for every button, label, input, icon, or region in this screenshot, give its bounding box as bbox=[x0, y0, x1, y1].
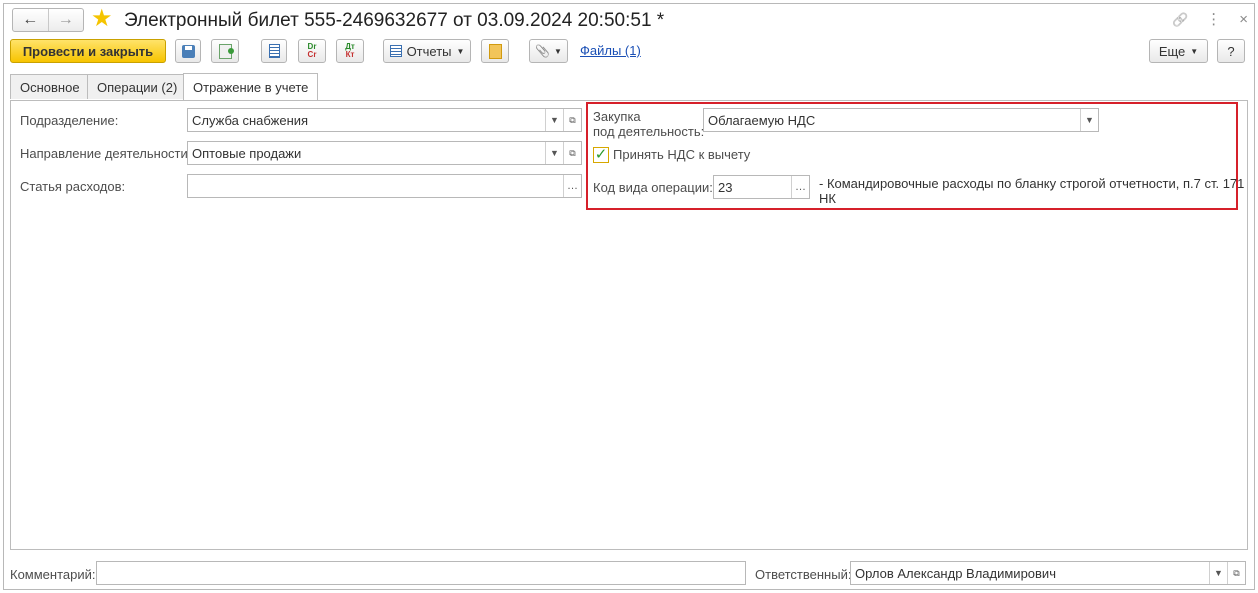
reports-icon bbox=[389, 45, 402, 57]
list-icon bbox=[268, 44, 280, 58]
navigation-buttons: ← → bbox=[12, 8, 84, 32]
department-field[interactable]: Служба снабжения ▼ ⧉ bbox=[187, 108, 582, 132]
forward-arrow-icon[interactable]: → bbox=[47, 9, 84, 31]
document-window: ← → ★ Электронный билет 555-2469632677 о… bbox=[3, 3, 1255, 590]
save-button[interactable] bbox=[175, 39, 201, 63]
more-dropdown-button[interactable]: Еще ▼ bbox=[1149, 39, 1208, 63]
open-icon[interactable]: ⧉ bbox=[563, 109, 581, 131]
dropdown-arrow-icon[interactable]: ▼ bbox=[1209, 562, 1227, 584]
select-ellipsis-icon[interactable]: … bbox=[563, 175, 581, 197]
more-label: Еще bbox=[1158, 43, 1186, 59]
dropdown-arrow-icon[interactable]: ▼ bbox=[1080, 109, 1098, 131]
comment-field[interactable] bbox=[96, 561, 746, 585]
vat-deduct-checkbox[interactable]: ✓ Принять НДС к вычету bbox=[593, 147, 750, 163]
activity-value[interactable]: Оптовые продажи bbox=[188, 142, 545, 164]
link-icon[interactable]: 🔗 bbox=[1172, 8, 1188, 32]
help-button[interactable]: ? bbox=[1217, 39, 1245, 63]
tab-accounting[interactable]: Отражение в учете bbox=[183, 73, 319, 100]
files-link[interactable]: Файлы (1) bbox=[580, 39, 641, 63]
purchase-value[interactable]: Облагаемую НДС bbox=[704, 109, 1080, 131]
department-label: Подразделение: bbox=[20, 113, 119, 128]
print-list-button[interactable] bbox=[261, 39, 287, 63]
paperclip-icon: 📎 bbox=[535, 44, 551, 58]
chevron-down-icon: ▼ bbox=[456, 46, 465, 56]
back-arrow-icon[interactable]: ← bbox=[13, 9, 48, 31]
purchase-label: Закупка под деятельность: bbox=[593, 109, 705, 139]
dt-kt-button[interactable]: Дт Кт bbox=[336, 39, 364, 63]
select-ellipsis-icon[interactable]: … bbox=[791, 176, 809, 198]
post-button[interactable] bbox=[211, 39, 239, 63]
tab-operations[interactable]: Операции (2) bbox=[87, 74, 188, 99]
responsible-label: Ответственный: bbox=[755, 567, 852, 582]
vat-deduct-label: Принять НДС к вычету bbox=[613, 147, 751, 162]
open-icon[interactable]: ⧉ bbox=[1227, 562, 1245, 584]
create-based-on-button[interactable] bbox=[481, 39, 509, 63]
title-actions: 🔗 ⋮ × bbox=[1172, 8, 1248, 32]
op-code-description: - Командировочные расходы по бланку стро… bbox=[819, 176, 1245, 206]
reports-label: Отчеты bbox=[406, 43, 452, 59]
checkmark-icon[interactable]: ✓ bbox=[593, 147, 609, 163]
purchase-field[interactable]: Облагаемую НДС ▼ bbox=[703, 108, 1099, 132]
department-value[interactable]: Служба снабжения bbox=[188, 109, 545, 131]
activity-label: Направление деятельности: bbox=[20, 146, 192, 161]
dropdown-arrow-icon[interactable]: ▼ bbox=[545, 109, 563, 131]
expense-label: Статья расходов: bbox=[20, 179, 126, 194]
activity-field[interactable]: Оптовые продажи ▼ ⧉ bbox=[187, 141, 582, 165]
tab-main[interactable]: Основное bbox=[10, 74, 90, 99]
expense-value[interactable] bbox=[188, 175, 563, 197]
expense-field[interactable]: … bbox=[187, 174, 582, 198]
dropdown-arrow-icon[interactable]: ▼ bbox=[545, 142, 563, 164]
close-icon[interactable]: × bbox=[1239, 8, 1248, 32]
responsible-field[interactable]: Орлов Александр Владимирович ▼ ⧉ bbox=[850, 561, 1246, 585]
reports-dropdown-button[interactable]: Отчеты ▼ bbox=[383, 39, 471, 63]
document-icon bbox=[488, 43, 502, 59]
post-and-close-button[interactable]: Провести и закрыть bbox=[10, 39, 166, 63]
op-code-label: Код вида операции: bbox=[593, 180, 713, 195]
dr-cr-icon: Dr Cr bbox=[307, 42, 317, 59]
window-title: Электронный билет 555-2469632677 от 03.0… bbox=[124, 10, 665, 31]
attachments-dropdown-button[interactable]: 📎 ▼ bbox=[529, 39, 568, 63]
comment-value[interactable] bbox=[97, 562, 745, 584]
chevron-down-icon: ▼ bbox=[554, 46, 562, 56]
comment-label: Комментарий: bbox=[10, 567, 96, 582]
dr-cr-button[interactable]: Dr Cr bbox=[298, 39, 326, 63]
post-document-icon bbox=[218, 43, 234, 59]
chevron-down-icon: ▼ bbox=[1190, 46, 1199, 56]
save-disk-icon bbox=[181, 44, 195, 58]
favorite-star-icon[interactable]: ★ bbox=[91, 5, 113, 33]
dt-kt-icon: Дт Кт bbox=[345, 42, 355, 59]
open-icon[interactable]: ⧉ bbox=[563, 142, 581, 164]
op-code-value[interactable]: 23 bbox=[714, 176, 791, 198]
op-code-field[interactable]: 23 … bbox=[713, 175, 810, 199]
more-vertical-icon[interactable]: ⋮ bbox=[1206, 8, 1221, 32]
responsible-value[interactable]: Орлов Александр Владимирович bbox=[851, 562, 1209, 584]
